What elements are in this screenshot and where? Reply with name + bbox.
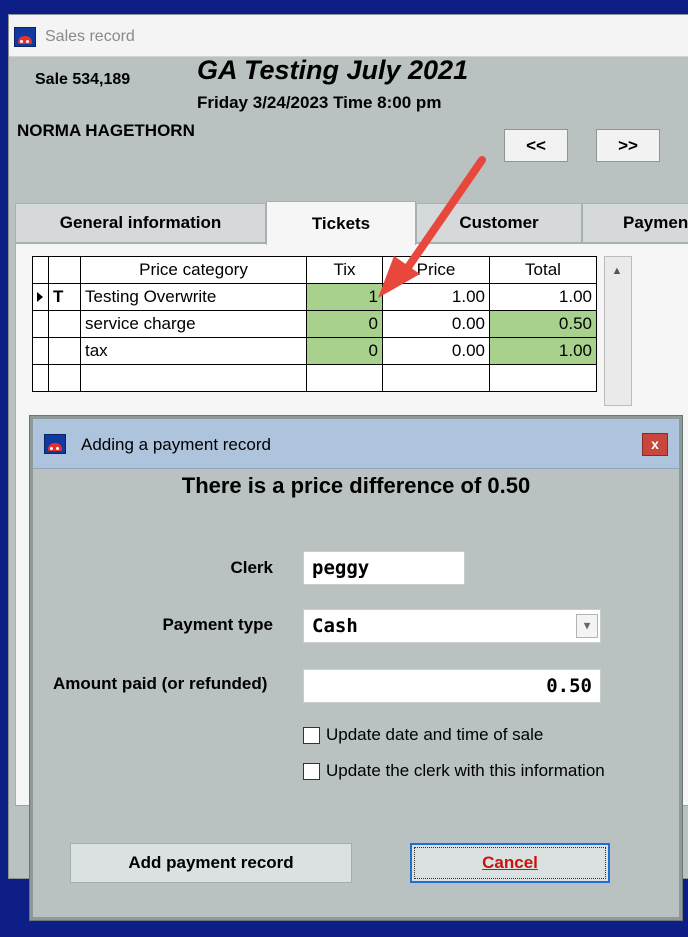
row-indicator-header <box>32 256 49 284</box>
update-date-time-label[interactable]: Update date and time of sale <box>326 725 543 745</box>
tickets-grid: Price category Tix Price Total T Testing… <box>32 256 597 392</box>
total-cell[interactable]: 1.00 <box>489 283 597 311</box>
category-cell[interactable]: Testing Overwrite <box>80 283 307 311</box>
table-row[interactable]: tax 0 0.00 1.00 <box>32 337 597 365</box>
row-type-cell[interactable] <box>48 337 81 365</box>
price-cell[interactable]: 0.00 <box>382 337 490 365</box>
row-type-cell[interactable]: T <box>48 283 81 311</box>
price-cell[interactable] <box>382 364 490 392</box>
update-clerk-label[interactable]: Update the clerk with this information <box>326 761 605 781</box>
total-cell[interactable] <box>489 364 597 392</box>
event-title: GA Testing July 2021 <box>197 55 469 85</box>
price-cell[interactable]: 0.00 <box>382 310 490 338</box>
tix-cell[interactable]: 0 <box>306 337 383 365</box>
update-clerk-checkbox[interactable] <box>303 762 320 780</box>
total-cell[interactable]: 1.00 <box>489 337 597 365</box>
dialog-title: Adding a payment record <box>81 435 271 454</box>
window-title: Sales record <box>45 28 135 45</box>
price-cell[interactable]: 1.00 <box>382 283 490 311</box>
next-record-button[interactable]: >> <box>596 129 660 162</box>
payment-type-value: Cash <box>312 615 358 637</box>
type-header <box>48 256 81 284</box>
dialog-titlebar[interactable]: Adding a payment record x <box>33 419 679 469</box>
col-header-tix[interactable]: Tix <box>306 256 383 284</box>
row-type-cell[interactable] <box>48 310 81 338</box>
amount-paid-label: Amount paid (or refunded) <box>53 674 268 693</box>
update-date-time-option[interactable]: Update date and time of sale <box>303 725 543 745</box>
update-date-time-checkbox[interactable] <box>303 726 320 744</box>
category-cell[interactable]: service charge <box>80 310 307 338</box>
tab-tickets[interactable]: Tickets <box>266 201 416 245</box>
amount-paid-input[interactable]: 0.50 <box>303 669 601 703</box>
customer-name: NORMA HAGETHORN <box>17 121 195 140</box>
col-header-price-category[interactable]: Price category <box>80 256 307 284</box>
grid-vertical-scrollbar[interactable]: ▲ <box>604 256 632 406</box>
cancel-button[interactable]: Cancel <box>410 843 610 883</box>
window-titlebar[interactable]: Sales record <box>9 15 688 57</box>
tab-general-information[interactable]: General information <box>15 203 266 243</box>
col-header-price[interactable]: Price <box>382 256 490 284</box>
app-logo-icon <box>14 27 36 47</box>
update-clerk-option[interactable]: Update the clerk with this information <box>303 761 605 781</box>
table-row[interactable]: T Testing Overwrite 1 1.00 1.00 <box>32 283 597 311</box>
close-icon[interactable]: x <box>642 433 668 456</box>
category-cell[interactable] <box>80 364 307 392</box>
row-indicator-cell <box>32 337 49 365</box>
row-type-cell[interactable] <box>48 364 81 392</box>
total-cell[interactable]: 0.50 <box>489 310 597 338</box>
payment-type-select[interactable]: Cash ▼ <box>303 609 601 643</box>
tab-customer[interactable]: Customer <box>416 203 582 243</box>
table-row[interactable]: service charge 0 0.00 0.50 <box>32 310 597 338</box>
payment-type-label: Payment type <box>162 615 273 634</box>
add-payment-record-button[interactable]: Add payment record <box>70 843 352 883</box>
app-logo-icon <box>44 434 66 454</box>
sale-number: Sale 534,189 <box>35 71 131 88</box>
previous-record-button[interactable]: << <box>504 129 568 162</box>
tab-payment[interactable]: Paymen <box>582 203 688 243</box>
row-pointer-icon <box>37 292 43 302</box>
tix-cell[interactable]: 1 <box>306 283 383 311</box>
grid-header-row: Price category Tix Price Total <box>32 256 597 284</box>
tix-cell[interactable] <box>306 364 383 392</box>
clerk-label: Clerk <box>230 558 273 577</box>
col-header-total[interactable]: Total <box>489 256 597 284</box>
row-indicator-cell <box>32 364 49 392</box>
clerk-input[interactable]: peggy <box>303 551 465 585</box>
table-row-empty[interactable] <box>32 364 597 392</box>
event-date-time: Friday 3/24/2023 Time 8:00 pm <box>197 93 442 112</box>
scroll-up-icon[interactable]: ▲ <box>610 265 624 277</box>
chevron-down-icon[interactable]: ▼ <box>576 614 598 638</box>
tix-cell[interactable]: 0 <box>306 310 383 338</box>
row-indicator-cell <box>32 310 49 338</box>
price-difference-message: There is a price difference of 0.50 <box>181 473 531 498</box>
current-row-indicator <box>32 283 49 311</box>
category-cell[interactable]: tax <box>80 337 307 365</box>
add-payment-dialog: Adding a payment record x There is a pri… <box>30 416 682 920</box>
